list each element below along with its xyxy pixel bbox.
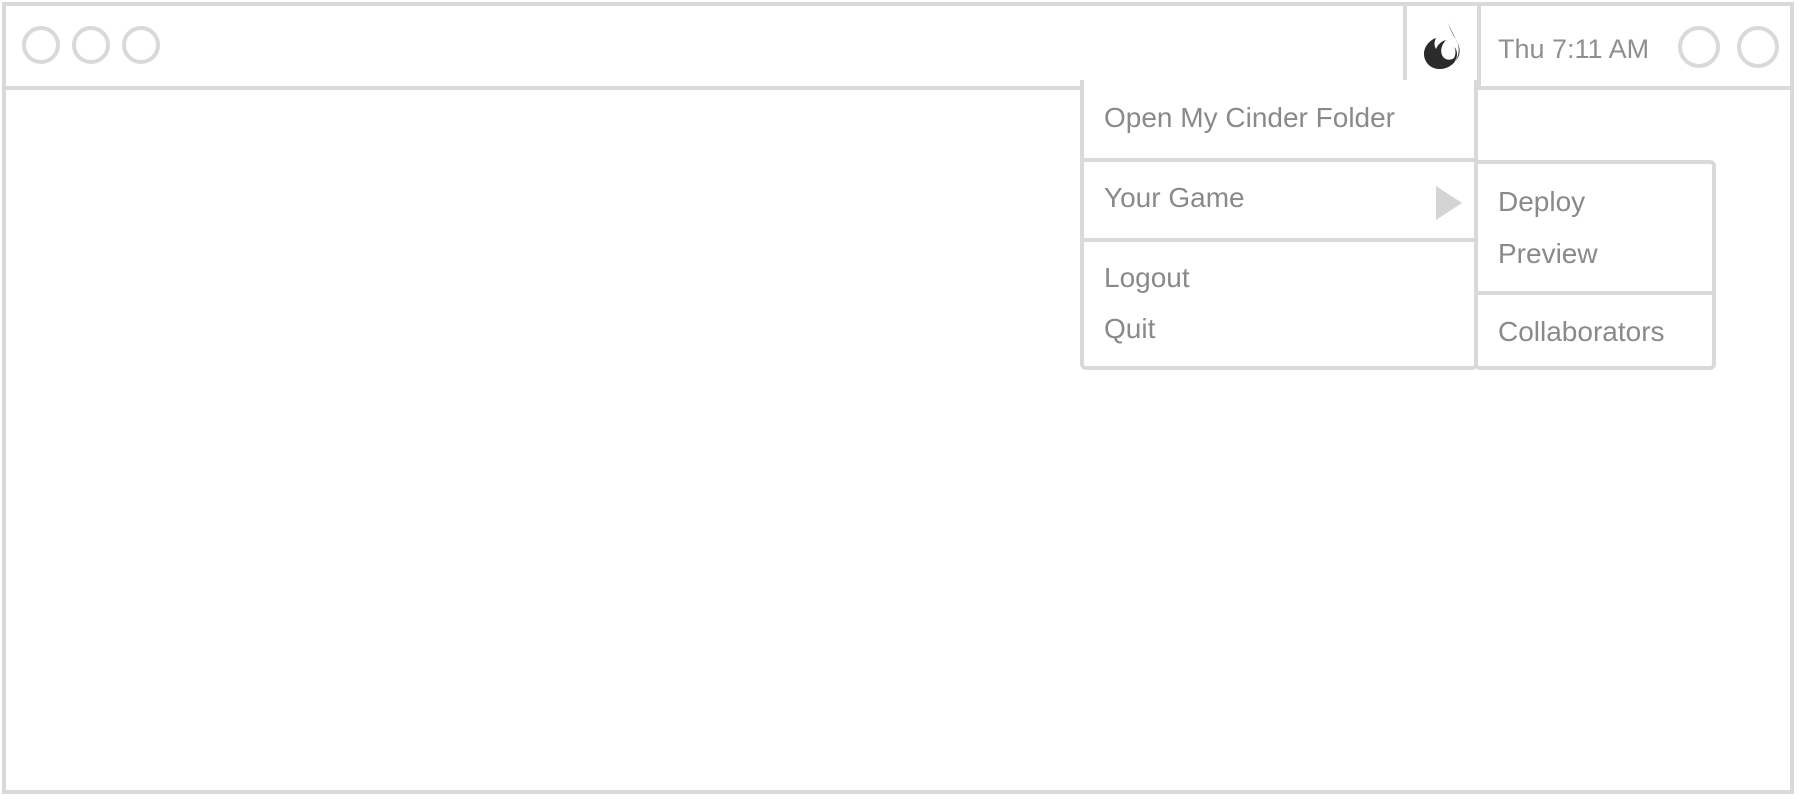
cinder-dropdown-menu: Open My Cinder Folder Your Game Logout Q… xyxy=(1080,80,1478,370)
menu-item-logout[interactable]: Logout xyxy=(1104,262,1190,294)
menu-separator xyxy=(1084,238,1474,242)
submenu-item-deploy[interactable]: Deploy xyxy=(1498,186,1585,218)
menu-item-quit[interactable]: Quit xyxy=(1104,313,1155,345)
menu-separator xyxy=(1084,158,1474,162)
menubar-clock: Thu 7:11 AM xyxy=(1498,34,1650,64)
maximize-window-button[interactable] xyxy=(122,26,160,64)
menu-item-your-game[interactable]: Your Game xyxy=(1104,182,1245,214)
your-game-submenu: Deploy Preview Collaborators xyxy=(1474,160,1716,370)
cinder-menubar-item[interactable] xyxy=(1403,6,1481,86)
close-window-button[interactable] xyxy=(22,26,60,64)
submenu-separator xyxy=(1478,291,1712,295)
submenu-item-preview[interactable]: Preview xyxy=(1498,238,1598,270)
menu-item-open-folder[interactable]: Open My Cinder Folder xyxy=(1104,102,1395,134)
submenu-item-collaborators[interactable]: Collaborators xyxy=(1498,316,1665,348)
status-icon-2[interactable] xyxy=(1737,26,1779,68)
title-bar: Thu 7:11 AM xyxy=(6,6,1790,90)
minimize-window-button[interactable] xyxy=(72,26,110,64)
app-window: Thu 7:11 AM xyxy=(2,2,1794,794)
triangle-right-icon xyxy=(1436,186,1462,220)
cinder-flame-icon xyxy=(1420,20,1464,72)
status-icon-1[interactable] xyxy=(1678,26,1720,68)
